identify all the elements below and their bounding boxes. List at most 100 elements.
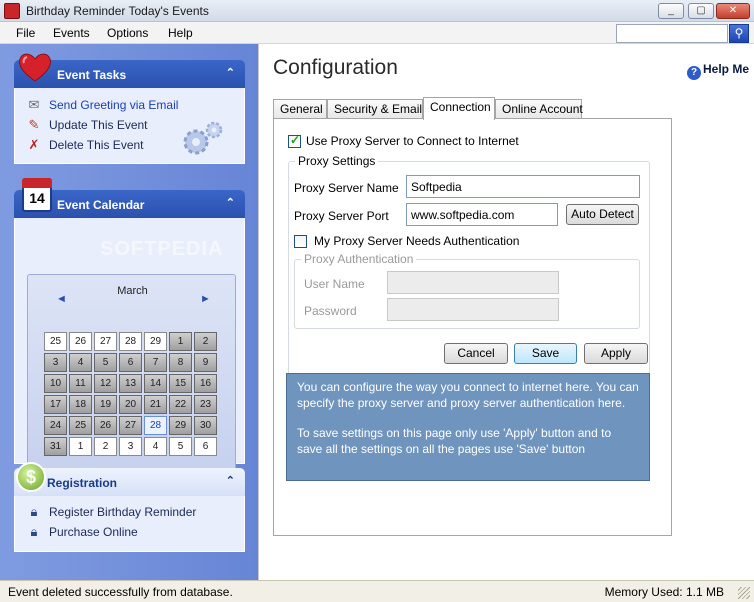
calendar-day[interactable]: 30 — [194, 416, 217, 435]
calendar-day[interactable]: 7 — [144, 353, 167, 372]
search-input[interactable] — [616, 24, 728, 43]
calendar-day[interactable]: 25 — [69, 416, 92, 435]
calendar-day[interactable]: 20 — [119, 395, 142, 414]
window-title: Birthday Reminder Today's Events — [26, 4, 209, 18]
status-message: Event deleted successfully from database… — [8, 585, 233, 599]
needs-auth-checkbox[interactable] — [294, 235, 307, 248]
calendar-day[interactable]: 13 — [119, 374, 142, 393]
calendar-day[interactable]: 29 — [144, 332, 167, 351]
connection-panel: Use Proxy Server to Connect to Internet … — [273, 118, 672, 536]
info-text-1: You can configure the way you connect to… — [297, 380, 639, 410]
calendar-day[interactable]: 19 — [94, 395, 117, 414]
calendar-day[interactable]: 11 — [69, 374, 92, 393]
calendar-day[interactable]: 2 — [94, 437, 117, 456]
heart-icon — [19, 53, 51, 82]
calendar-day[interactable]: 23 — [194, 395, 217, 414]
tab-online-account[interactable]: Online Account — [495, 99, 583, 119]
menu-help[interactable]: Help — [168, 26, 193, 40]
user-name-field[interactable] — [387, 271, 559, 294]
task-label[interactable]: Send Greeting via Email — [49, 98, 178, 112]
password-field[interactable] — [387, 298, 559, 321]
auto-detect-button[interactable]: Auto Detect — [566, 204, 639, 225]
resize-grip-icon[interactable] — [738, 587, 750, 599]
use-proxy-checkbox[interactable] — [288, 133, 301, 148]
task-purchase[interactable]: 🔒︎ Purchase Online — [15, 522, 244, 542]
proxy-server-port-field[interactable]: www.softpedia.com — [406, 203, 558, 226]
calendar-day[interactable]: 26 — [94, 416, 117, 435]
calendar-day[interactable]: 6 — [194, 437, 217, 456]
calendar-day[interactable]: 18 — [69, 395, 92, 414]
calendar-day[interactable]: 12 — [94, 374, 117, 393]
info-box: You can configure the way you connect to… — [286, 373, 650, 481]
calendar-day[interactable]: 9 — [194, 353, 217, 372]
menu-file[interactable]: File — [16, 26, 35, 40]
task-label[interactable]: Register Birthday Reminder — [49, 505, 196, 519]
registration-panel: Registration ⌃ 🔒︎ Register Birthday Remi… — [14, 468, 245, 552]
minimize-button[interactable]: _ — [658, 3, 684, 19]
calendar-day[interactable]: 27 — [119, 416, 142, 435]
calendar-day[interactable]: 4 — [144, 437, 167, 456]
tab-general[interactable]: General — [273, 99, 327, 119]
search-button[interactable]: ⚲ — [729, 24, 749, 43]
apply-button[interactable]: Apply — [584, 343, 648, 364]
help-label[interactable]: Help Me — [703, 62, 749, 76]
calendar-day[interactable]: 25 — [44, 332, 67, 351]
calendar-day[interactable]: 28 — [119, 332, 142, 351]
calendar-day[interactable]: 5 — [169, 437, 192, 456]
proxy-server-name-field[interactable]: Softpedia — [406, 175, 640, 198]
prev-month-arrow-icon[interactable]: ◄ — [56, 293, 67, 305]
collapse-icon[interactable]: ⌃ — [226, 474, 235, 487]
app-icon — [4, 3, 20, 19]
menu-options[interactable]: Options — [107, 26, 148, 40]
cancel-button[interactable]: Cancel — [444, 343, 508, 364]
registration-header[interactable]: Registration ⌃ — [14, 468, 245, 496]
calendar-day[interactable]: 4 — [69, 353, 92, 372]
task-send-greeting[interactable]: ✉ Send Greeting via Email — [15, 95, 244, 115]
calendar-day[interactable]: 14 — [144, 374, 167, 393]
calendar-day[interactable]: 22 — [169, 395, 192, 414]
save-button[interactable]: Save — [514, 343, 577, 364]
task-label[interactable]: Update This Event — [49, 118, 148, 132]
restore-button[interactable]: ▢ — [688, 3, 714, 19]
calendar-day[interactable]: 1 — [169, 332, 192, 351]
tab-security-email[interactable]: Security & Email — [327, 99, 423, 119]
calendar-day[interactable]: 27 — [94, 332, 117, 351]
info-text-2: To save settings on this page only use '… — [297, 426, 612, 456]
task-label[interactable]: Delete This Event — [49, 138, 144, 152]
calendar-day[interactable]: 8 — [169, 353, 192, 372]
collapse-icon[interactable]: ⌃ — [226, 196, 235, 209]
close-button[interactable]: ✕ — [716, 3, 750, 19]
calendar-day[interactable]: 17 — [44, 395, 67, 414]
calendar-day[interactable]: 29 — [169, 416, 192, 435]
proxy-server-name-label: Proxy Server Name — [294, 181, 399, 195]
watermark: SOFTPEDIA — [100, 238, 224, 260]
calendar-day[interactable]: 26 — [69, 332, 92, 351]
calendar-day-today[interactable]: 28 — [144, 416, 167, 435]
dollar-icon: $ — [16, 462, 46, 492]
calendar-day[interactable]: 16 — [194, 374, 217, 393]
gear-icon — [183, 121, 223, 155]
calendar-day[interactable]: 5 — [94, 353, 117, 372]
menu-events[interactable]: Events — [53, 26, 90, 40]
calendar-day[interactable]: 10 — [44, 374, 67, 393]
tab-connection[interactable]: Connection — [423, 97, 495, 120]
calendar-day[interactable]: 2 — [194, 332, 217, 351]
use-proxy-label[interactable]: Use Proxy Server to Connect to Internet — [306, 134, 519, 148]
needs-auth-label[interactable]: My Proxy Server Needs Authentication — [314, 234, 519, 248]
help-icon: ? — [687, 66, 701, 80]
calendar-day[interactable]: 3 — [119, 437, 142, 456]
calendar-day[interactable]: 21 — [144, 395, 167, 414]
calendar-day[interactable]: 6 — [119, 353, 142, 372]
calendar-day[interactable]: 31 — [44, 437, 67, 456]
task-label[interactable]: Purchase Online — [49, 525, 138, 539]
calendar-day[interactable]: 3 — [44, 353, 67, 372]
proxy-auth-legend: Proxy Authentication — [301, 252, 417, 266]
calendar-day[interactable]: 15 — [169, 374, 192, 393]
calendar-day[interactable]: 1 — [69, 437, 92, 456]
collapse-icon[interactable]: ⌃ — [226, 66, 235, 79]
next-month-arrow-icon[interactable]: ► — [200, 293, 211, 305]
help-link[interactable]: ? Help Me — [687, 62, 749, 80]
task-register[interactable]: 🔒︎ Register Birthday Reminder — [15, 502, 244, 522]
calendar-day[interactable]: 24 — [44, 416, 67, 435]
calendar-grid: 25 26 27 28 29 1 2 3 4 5 6 7 8 9 10 11 12 13 14 15 16 17 18 19 2… — [44, 332, 220, 456]
